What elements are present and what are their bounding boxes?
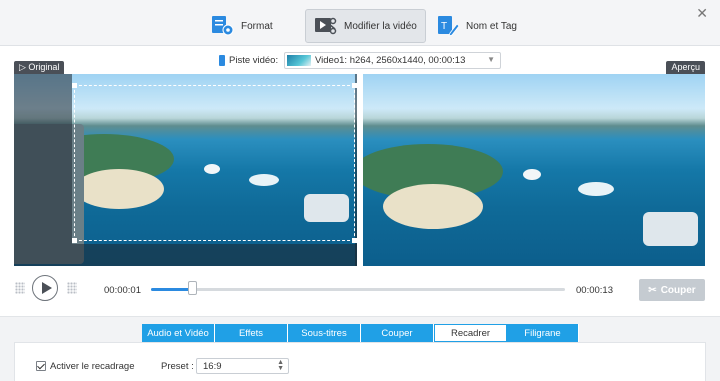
- beach-shape: [383, 184, 483, 229]
- original-badge: ▷ Original: [14, 61, 65, 74]
- enable-crop-label: Activer le recadrage: [50, 361, 135, 372]
- apercu-label: Aperçu: [671, 62, 700, 72]
- subtab-effets[interactable]: Effets: [215, 324, 288, 342]
- enable-crop-checkbox[interactable]: [36, 361, 46, 371]
- edit-subtabs: Audio et Vidéo Effets Sous-titres Couper…: [142, 324, 579, 342]
- subtab-filigrane[interactable]: Filigrane: [507, 324, 579, 342]
- original-play-icon: ▷: [19, 62, 29, 72]
- preset-select[interactable]: 16:9 ▲ ▼: [196, 358, 289, 374]
- video-edit-icon: [314, 15, 338, 37]
- crop-mask-bottom: [72, 244, 357, 266]
- tag-edit-icon: T: [436, 15, 460, 37]
- close-icon[interactable]: ✕: [696, 5, 708, 22]
- crop-handle-bottom-left[interactable]: [72, 238, 77, 243]
- video-track-icon: [219, 55, 225, 66]
- crop-handle-bottom-right[interactable]: [352, 238, 357, 243]
- crop-rectangle[interactable]: [72, 83, 357, 243]
- video-track-label: Piste vidéo:: [229, 55, 279, 66]
- preset-value: 16:9: [203, 361, 222, 372]
- subtab-audio-video[interactable]: Audio et Vidéo: [142, 324, 215, 342]
- end-time: 00:00:13: [576, 285, 613, 296]
- current-time: 00:00:01: [104, 285, 141, 296]
- video-track-select[interactable]: Video1: h264, 2560x1440, 00:00:13 ▼: [284, 52, 501, 69]
- svg-text:T: T: [441, 21, 447, 32]
- tab-format-label: Format: [241, 20, 273, 32]
- right-grip-icon: [67, 282, 77, 294]
- wake-shape: [578, 182, 614, 196]
- subtab-recadrer[interactable]: Recadrer: [434, 324, 507, 342]
- video-track-value: Video1: h264, 2560x1440, 00:00:13: [315, 55, 466, 66]
- tab-modifier-video[interactable]: Modifier la vidéo: [305, 9, 426, 43]
- original-label: Original: [28, 62, 60, 72]
- tab-modifier-video-label: Modifier la vidéo: [344, 20, 417, 32]
- crop-mask-left: [14, 74, 72, 266]
- chevron-down-icon: ▼: [487, 55, 495, 64]
- tab-nom-et-tag[interactable]: T Nom et Tag: [428, 9, 525, 43]
- cut-button-label: Couper: [660, 284, 696, 296]
- scissors-icon: ✂: [648, 284, 657, 296]
- preset-label: Preset :: [161, 361, 194, 372]
- spinner-arrows-icon: ▲ ▼: [277, 359, 284, 372]
- apercu-badge: Aperçu: [666, 61, 705, 74]
- play-button[interactable]: [32, 275, 58, 301]
- subtab-couper[interactable]: Couper: [361, 324, 434, 342]
- yacht-shape: [643, 212, 698, 246]
- timeline-slider[interactable]: [151, 281, 565, 295]
- crop-handle-top-right[interactable]: [352, 83, 357, 88]
- cut-button[interactable]: ✂ Couper: [639, 279, 705, 301]
- video-track-row: Piste vidéo: Video1: h264, 2560x1440, 00…: [0, 50, 720, 72]
- format-settings-icon: [211, 15, 235, 37]
- subtab-sous-titres[interactable]: Sous-titres: [288, 324, 361, 342]
- aerial-sea-scene-preview: [363, 74, 705, 266]
- top-tab-bar: Format Modifier la vidéo T Nom et Tag ✕: [0, 0, 720, 46]
- original-video-frame[interactable]: [14, 74, 357, 266]
- crop-handle-top-left[interactable]: [72, 83, 77, 88]
- timeline-progress: [151, 288, 193, 291]
- left-grip-icon: [15, 282, 25, 294]
- tab-format[interactable]: Format: [203, 9, 281, 43]
- preview-video-frame: [363, 74, 705, 266]
- tab-nom-et-tag-label: Nom et Tag: [466, 20, 517, 32]
- video-thumbnail: [287, 55, 311, 66]
- boat-shape: [523, 169, 541, 180]
- timeline-knob[interactable]: [188, 281, 198, 295]
